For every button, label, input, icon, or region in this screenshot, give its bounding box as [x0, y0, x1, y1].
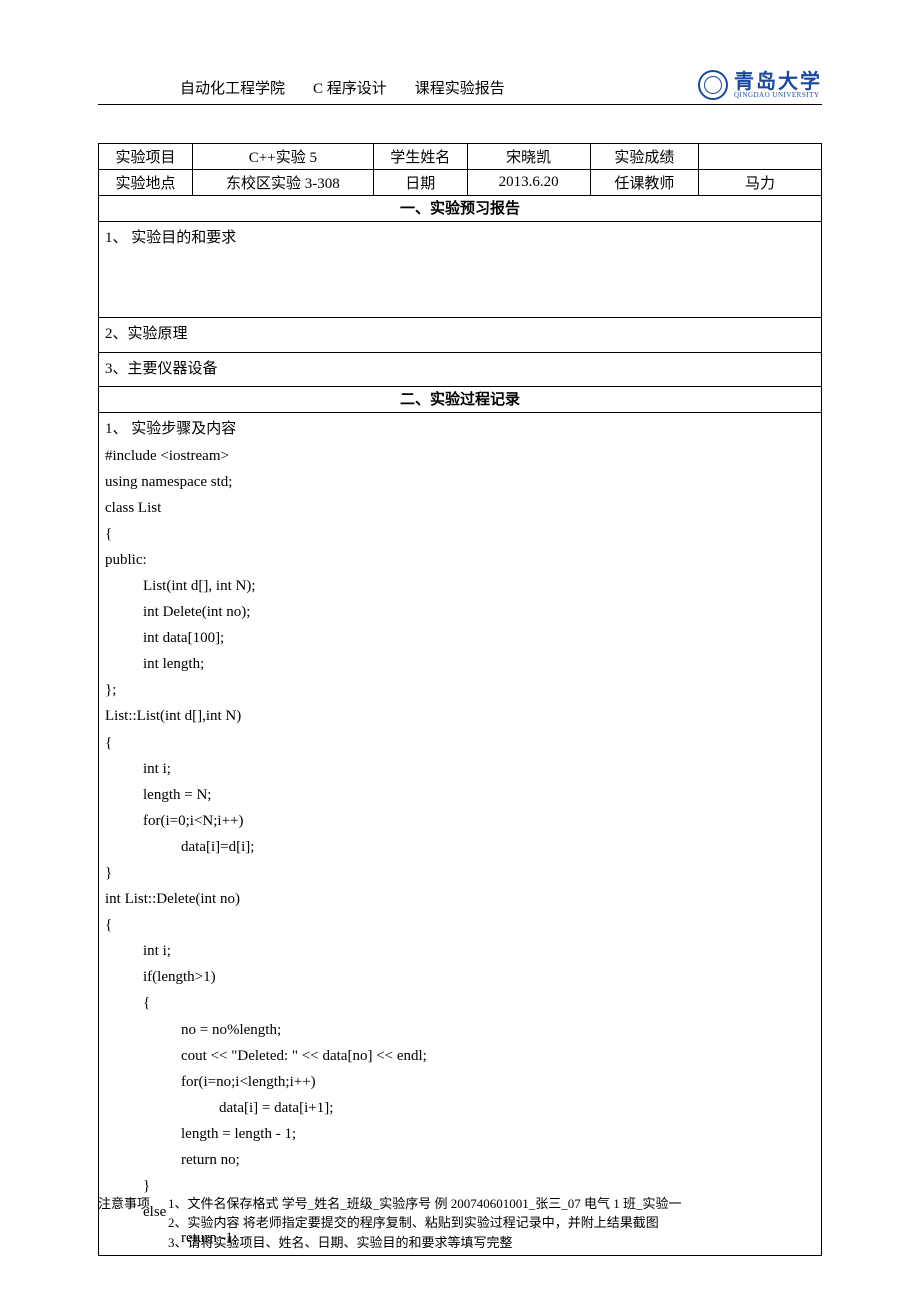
footer-line: 1、文件名保存格式 学号_姓名_班级_实验序号 例 200740601001_张…	[168, 1194, 682, 1214]
header-title: 课程实验报告	[415, 77, 505, 98]
cell-label: 学生姓名	[373, 144, 467, 170]
code-line: int i;	[105, 756, 815, 782]
university-logo: 青岛大学 QINGDAO UNIVERSITY	[698, 70, 822, 100]
footer-line: 2、实验内容 将老师指定要提交的程序复制、粘贴到实验过程记录中，并附上结果截图	[168, 1213, 659, 1233]
section-1-item-1: 1、 实验目的和要求	[98, 222, 822, 318]
code-line: List::List(int d[],int N)	[105, 703, 815, 729]
code-line: };	[105, 677, 815, 703]
cell-label: 任课教师	[590, 170, 698, 196]
footer-notes: 注意事项 1、文件名保存格式 学号_姓名_班级_实验序号 例 200740601…	[98, 1194, 822, 1253]
code-line: return no;	[105, 1147, 815, 1173]
table-row: 实验地点 东校区实验 3-308 日期 2013.6.20 任课教师 马力	[99, 170, 822, 196]
cell-label: 实验地点	[99, 170, 193, 196]
page-header: 自动化工程学院 C 程序设计 课程实验报告 青岛大学 QINGDAO UNIVE…	[98, 70, 822, 105]
code-line: public:	[105, 547, 815, 573]
info-table: 实验项目 C++实验 5 学生姓名 宋晓凯 实验成绩 实验地点 东校区实验 3-…	[98, 143, 822, 196]
code-line: }	[105, 860, 815, 886]
cell-value: 马力	[699, 170, 822, 196]
code-line: data[i] = data[i+1];	[105, 1095, 815, 1121]
code-line: for(i=no;i<length;i++)	[105, 1069, 815, 1095]
code-line: data[i]=d[i];	[105, 834, 815, 860]
cell-value	[699, 144, 822, 170]
cell-value: 2013.6.20	[467, 170, 590, 196]
code-line: class List	[105, 495, 815, 521]
code-line: int length;	[105, 651, 815, 677]
section-1-title: 一、实验预习报告	[98, 196, 822, 222]
cell-label: 日期	[373, 170, 467, 196]
logo-icon	[698, 70, 728, 100]
section-2-heading: 1、 实验步骤及内容	[105, 417, 815, 443]
cell-value: 东校区实验 3-308	[192, 170, 373, 196]
code-line: using namespace std;	[105, 469, 815, 495]
code-line: #include <iostream>	[105, 443, 815, 469]
section-1-item-3: 3、主要仪器设备	[98, 353, 822, 388]
cell-label: 实验成绩	[590, 144, 698, 170]
code-line: int Delete(int no);	[105, 599, 815, 625]
code-line: int List::Delete(int no)	[105, 886, 815, 912]
code-line: for(i=0;i<N;i++)	[105, 808, 815, 834]
code-line: {	[105, 730, 815, 756]
footer-line: 3、请将实验项目、姓名、日期、实验目的和要求等填写完整	[168, 1233, 513, 1253]
cell-value: C++实验 5	[192, 144, 373, 170]
table-row: 实验项目 C++实验 5 学生姓名 宋晓凯 实验成绩	[99, 144, 822, 170]
section-2-title: 二、实验过程记录	[98, 387, 822, 413]
section-1-item-2: 2、实验原理	[98, 318, 822, 353]
header-dept: 自动化工程学院	[180, 77, 285, 98]
code-line: {	[105, 990, 815, 1016]
section-2-content: 1、 实验步骤及内容 #include <iostream>using name…	[98, 413, 822, 1256]
header-course: C 程序设计	[313, 77, 387, 98]
code-line: cout << "Deleted: " << data[no] << endl;	[105, 1043, 815, 1069]
code-line: length = length - 1;	[105, 1121, 815, 1147]
footer-label: 注意事项	[98, 1194, 168, 1214]
code-line: {	[105, 912, 815, 938]
logo-cn: 青岛大学	[734, 72, 822, 92]
code-line: if(length>1)	[105, 964, 815, 990]
code-line: length = N;	[105, 782, 815, 808]
logo-en: QINGDAO UNIVERSITY	[734, 92, 822, 99]
code-line: List(int d[], int N);	[105, 573, 815, 599]
code-line: no = no%length;	[105, 1017, 815, 1043]
code-line: int data[100];	[105, 625, 815, 651]
cell-value: 宋晓凯	[467, 144, 590, 170]
code-line: {	[105, 521, 815, 547]
code-line: int i;	[105, 938, 815, 964]
cell-label: 实验项目	[99, 144, 193, 170]
code-block: #include <iostream>using namespace std;c…	[105, 443, 815, 1252]
